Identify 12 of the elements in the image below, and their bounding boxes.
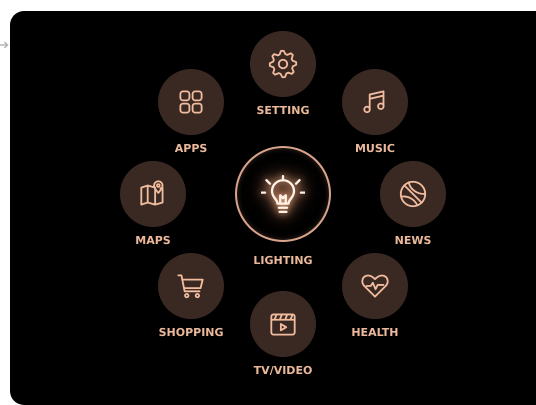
light-bulb-icon	[261, 172, 305, 216]
app-label: NEWS	[394, 234, 432, 247]
arrow-icon	[0, 41, 9, 49]
app-label: SETTING	[256, 104, 310, 117]
app-label: LIGHTING	[253, 254, 313, 267]
app-label: MUSIC	[354, 142, 395, 156]
gear-icon	[266, 47, 300, 81]
app-label: APPS	[174, 142, 208, 156]
app-label: MAPS	[135, 234, 171, 247]
app-label: TV/VIDEO	[254, 364, 312, 377]
app-label: SHOPPING	[158, 326, 224, 339]
app-label: HEALTH	[351, 326, 398, 339]
